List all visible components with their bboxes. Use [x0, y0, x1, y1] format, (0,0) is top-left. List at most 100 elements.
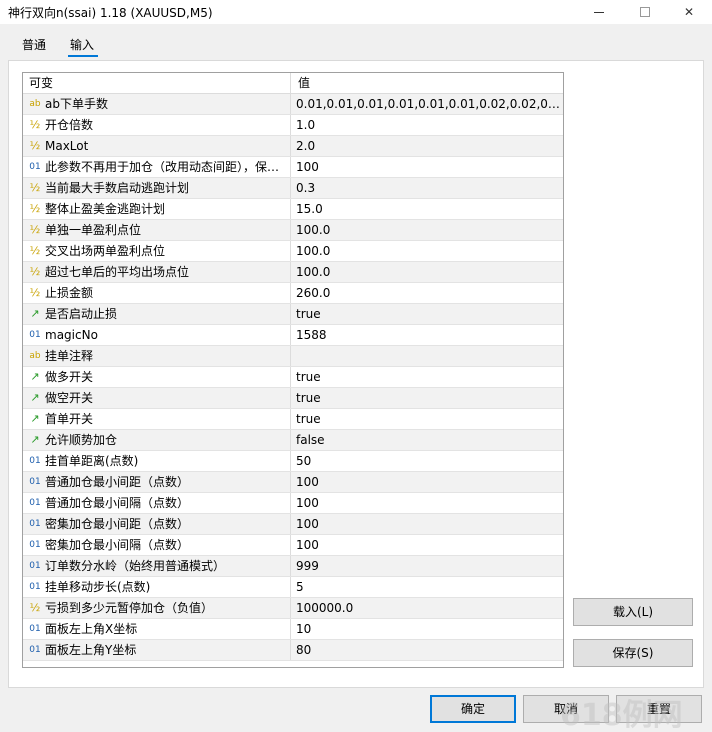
cancel-button[interactable]: 取消 — [523, 695, 609, 723]
table-row[interactable]: 01 magicNo 1588 — [23, 325, 563, 346]
parameter-value-cell[interactable]: 999 — [292, 556, 563, 576]
parameter-name-cell: ½ 单独一单盈利点位 — [23, 220, 291, 240]
table-row[interactable]: 01 此参数不再用于加仓（改用动态间距），保… 100 — [23, 157, 563, 178]
table-row[interactable]: 01 订单数分水岭（始终用普通模式） 999 — [23, 556, 563, 577]
parameter-value-cell[interactable]: 100.0 — [292, 241, 563, 261]
table-row[interactable]: ↗ 做空开关 true — [23, 388, 563, 409]
parameter-value-cell[interactable] — [292, 346, 563, 366]
table-row[interactable]: 01 挂单移动步长(点数) 5 — [23, 577, 563, 598]
tab-inputs[interactable]: 输入 — [70, 36, 94, 53]
tab-common[interactable]: 普通 — [22, 36, 46, 53]
close-button[interactable]: ✕ — [666, 0, 712, 24]
bool-type-icon: ↗ — [30, 307, 40, 320]
parameter-name: 开仓倍数 — [45, 118, 94, 132]
parameter-name-cell: ½ 交叉出场两单盈利点位 — [23, 241, 291, 261]
table-row[interactable]: ½ 开仓倍数 1.0 — [23, 115, 563, 136]
bool-type-icon: ↗ — [30, 370, 40, 383]
column-header-variable[interactable]: 可变 — [23, 73, 291, 93]
integer-type-icon: 01 — [29, 624, 41, 634]
parameter-value-cell[interactable]: 100 — [292, 535, 563, 555]
parameter-name: 首单开关 — [45, 412, 94, 426]
integer-type-icon: 01 — [29, 645, 41, 655]
parameter-name: 密集加仓最小间隔（点数） — [45, 538, 190, 552]
minimize-button[interactable] — [576, 0, 622, 24]
string-type-icon: ab — [29, 351, 41, 361]
parameter-value-cell[interactable]: 100.0 — [292, 220, 563, 240]
parameter-name: magicNo — [45, 328, 98, 342]
table-row[interactable]: ½ 整体止盈美金逃跑计划 15.0 — [23, 199, 563, 220]
table-row[interactable]: ½ 单独一单盈利点位 100.0 — [23, 220, 563, 241]
table-row[interactable]: ab 挂单注释 — [23, 346, 563, 367]
table-row[interactable]: ½ MaxLot 2.0 — [23, 136, 563, 157]
parameter-name: 挂单注释 — [45, 349, 94, 363]
parameter-value-cell[interactable]: 100 — [292, 157, 563, 177]
parameter-name: 是否启动止损 — [45, 307, 118, 321]
double-type-icon: ½ — [29, 181, 41, 194]
column-header-value[interactable]: 值 — [292, 73, 563, 93]
parameter-value-cell[interactable]: 50 — [292, 451, 563, 471]
parameter-name: 做空开关 — [45, 391, 94, 405]
parameter-value-cell[interactable]: 1.0 — [292, 115, 563, 135]
parameter-value-cell[interactable]: 2.0 — [292, 136, 563, 156]
load-button[interactable]: 载入(L) — [573, 598, 693, 626]
parameter-value-cell[interactable]: 5 — [292, 577, 563, 597]
maximize-icon — [640, 7, 650, 17]
parameter-value-cell[interactable]: false — [292, 430, 563, 450]
parameter-name: 挂单移动步长(点数) — [45, 580, 151, 594]
parameter-name-cell: ½ 开仓倍数 — [23, 115, 291, 135]
parameter-value-cell[interactable]: 80 — [292, 640, 563, 660]
save-button[interactable]: 保存(S) — [573, 639, 693, 667]
parameters-table: 可变 值 ab ab下单手数 0.01,0.01,0.01,0.01,0.01,0.… — [22, 72, 564, 668]
table-row[interactable]: 01 普通加仓最小间距（点数） 100 — [23, 472, 563, 493]
double-type-icon: ½ — [29, 202, 41, 215]
parameter-value-cell[interactable]: 100.0 — [292, 262, 563, 282]
double-type-icon: ½ — [29, 601, 41, 614]
parameter-value-cell[interactable]: 100 — [292, 493, 563, 513]
parameter-name-cell: ab ab下单手数 — [23, 94, 291, 114]
integer-type-icon: 01 — [29, 330, 41, 340]
table-header: 可变 值 — [23, 73, 563, 94]
maximize-button[interactable] — [622, 0, 668, 24]
parameter-value-cell[interactable]: 260.0 — [292, 283, 563, 303]
table-row[interactable]: 01 密集加仓最小间隔（点数） 100 — [23, 535, 563, 556]
parameter-name: 做多开关 — [45, 370, 94, 384]
table-row[interactable]: ↗ 是否启动止损 true — [23, 304, 563, 325]
parameter-value-cell[interactable]: true — [292, 388, 563, 408]
parameter-name: 超过七单后的平均出场点位 — [45, 265, 190, 279]
table-row[interactable]: ↗ 首单开关 true — [23, 409, 563, 430]
table-row[interactable]: 01 密集加仓最小间距（点数） 100 — [23, 514, 563, 535]
table-row[interactable]: 01 面板左上角X坐标 10 — [23, 619, 563, 640]
table-row[interactable]: ½ 交叉出场两单盈利点位 100.0 — [23, 241, 563, 262]
parameter-value-cell[interactable]: 0.01,0.01,0.01,0.01,0.01,0.01,0.02,0.02,… — [292, 94, 563, 114]
parameter-value-cell[interactable]: true — [292, 304, 563, 324]
ok-button[interactable]: 确定 — [430, 695, 516, 723]
parameter-name-cell: 01 此参数不再用于加仓（改用动态间距），保… — [23, 157, 291, 177]
parameter-name: 亏损到多少元暂停加仓（负值） — [45, 601, 214, 615]
table-row[interactable]: ab ab下单手数 0.01,0.01,0.01,0.01,0.01,0.01,0.… — [23, 94, 563, 115]
parameter-value-cell[interactable]: 0.3 — [292, 178, 563, 198]
parameter-value-cell[interactable]: 100 — [292, 514, 563, 534]
parameter-name-cell: ↗ 做多开关 — [23, 367, 291, 387]
table-row[interactable]: 01 普通加仓最小间隔（点数） 100 — [23, 493, 563, 514]
table-row[interactable]: ½ 止损金额 260.0 — [23, 283, 563, 304]
table-row[interactable]: ↗ 做多开关 true — [23, 367, 563, 388]
parameter-value-cell[interactable]: 1588 — [292, 325, 563, 345]
table-row[interactable]: ½ 亏损到多少元暂停加仓（负值） 100000.0 — [23, 598, 563, 619]
parameter-value-cell[interactable]: 10 — [292, 619, 563, 639]
integer-type-icon: 01 — [29, 477, 41, 487]
reset-button[interactable]: 重置 — [616, 695, 702, 723]
parameter-value-cell[interactable]: 100000.0 — [292, 598, 563, 618]
parameter-value-cell[interactable]: 100 — [292, 472, 563, 492]
parameter-value-cell[interactable]: true — [292, 367, 563, 387]
table-row[interactable]: ½ 当前最大手数启动逃跑计划 0.3 — [23, 178, 563, 199]
close-icon: ✕ — [683, 5, 695, 19]
integer-type-icon: 01 — [29, 498, 41, 508]
table-row[interactable]: 01 挂首单距离(点数) 50 — [23, 451, 563, 472]
parameter-value-cell[interactable]: true — [292, 409, 563, 429]
integer-type-icon: 01 — [29, 582, 41, 592]
parameter-value-cell[interactable]: 15.0 — [292, 199, 563, 219]
parameter-name: 允许顺势加仓 — [45, 433, 118, 447]
table-row[interactable]: 01 面板左上角Y坐标 80 — [23, 640, 563, 661]
table-row[interactable]: ↗ 允许顺势加仓 false — [23, 430, 563, 451]
table-row[interactable]: ½ 超过七单后的平均出场点位 100.0 — [23, 262, 563, 283]
